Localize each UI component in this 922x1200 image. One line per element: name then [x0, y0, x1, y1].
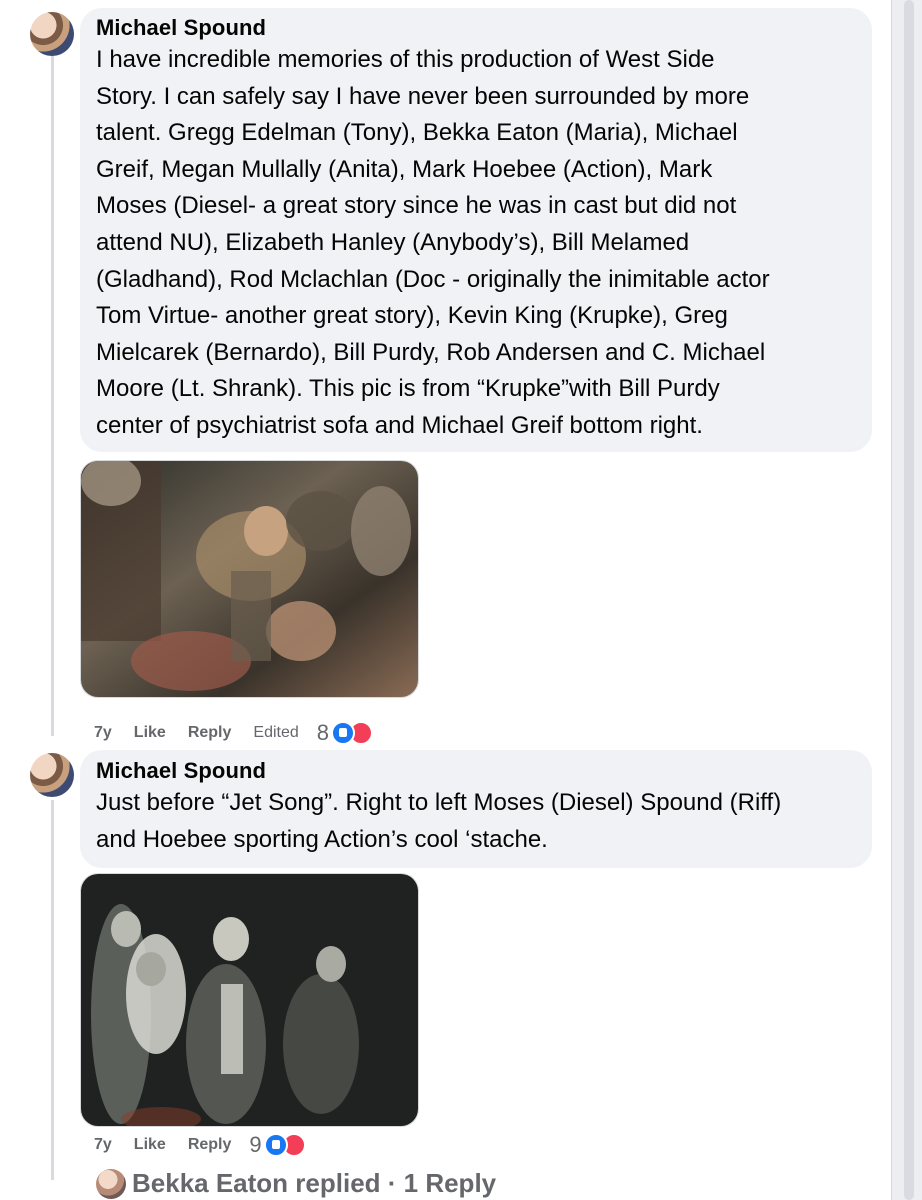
- view-replies-link[interactable]: Bekka Eaton replied · 1 Reply: [96, 1168, 496, 1199]
- timestamp[interactable]: 7y: [94, 1136, 112, 1154]
- reaction-count: 8: [316, 720, 330, 745]
- comment-author[interactable]: Michael Spound: [96, 15, 266, 41]
- reply-button[interactable]: Reply: [188, 1136, 232, 1154]
- reactions[interactable]: 9: [249, 1132, 306, 1158]
- comment-actions: 7y Like Reply Edited 8: [94, 720, 374, 746]
- comment-text: I have incredible memories of this produ…: [96, 46, 770, 439]
- avatar[interactable]: [30, 12, 74, 56]
- avatar[interactable]: [30, 753, 74, 797]
- like-reaction-icon: [263, 1133, 288, 1157]
- avatar: [96, 1168, 126, 1199]
- edited-label[interactable]: Edited: [253, 724, 298, 742]
- like-button[interactable]: Like: [134, 724, 166, 742]
- comment-actions: 7y Like Reply 9: [94, 1132, 306, 1158]
- like-reaction-icon: [331, 721, 356, 745]
- scrollbar-thumb[interactable]: [904, 0, 914, 1200]
- reaction-count: 9: [249, 1132, 262, 1157]
- timestamp[interactable]: 7y: [94, 724, 112, 742]
- replies-summary: Bekka Eaton replied · 1 Reply: [132, 1168, 497, 1198]
- comment-author[interactable]: Michael Spound: [96, 758, 266, 784]
- comment-photo-jet-song[interactable]: [80, 873, 419, 1127]
- thread-line: [51, 800, 54, 1180]
- comment-photo-krupke[interactable]: [80, 460, 419, 698]
- reply-button[interactable]: Reply: [188, 724, 232, 742]
- comment-text: Just before “Jet Song”. Right to left Mo…: [96, 789, 782, 853]
- like-button[interactable]: Like: [134, 1136, 166, 1154]
- thread-line: [51, 56, 54, 736]
- reactions[interactable]: 8: [316, 720, 374, 746]
- scrollbar[interactable]: [891, 0, 922, 1200]
